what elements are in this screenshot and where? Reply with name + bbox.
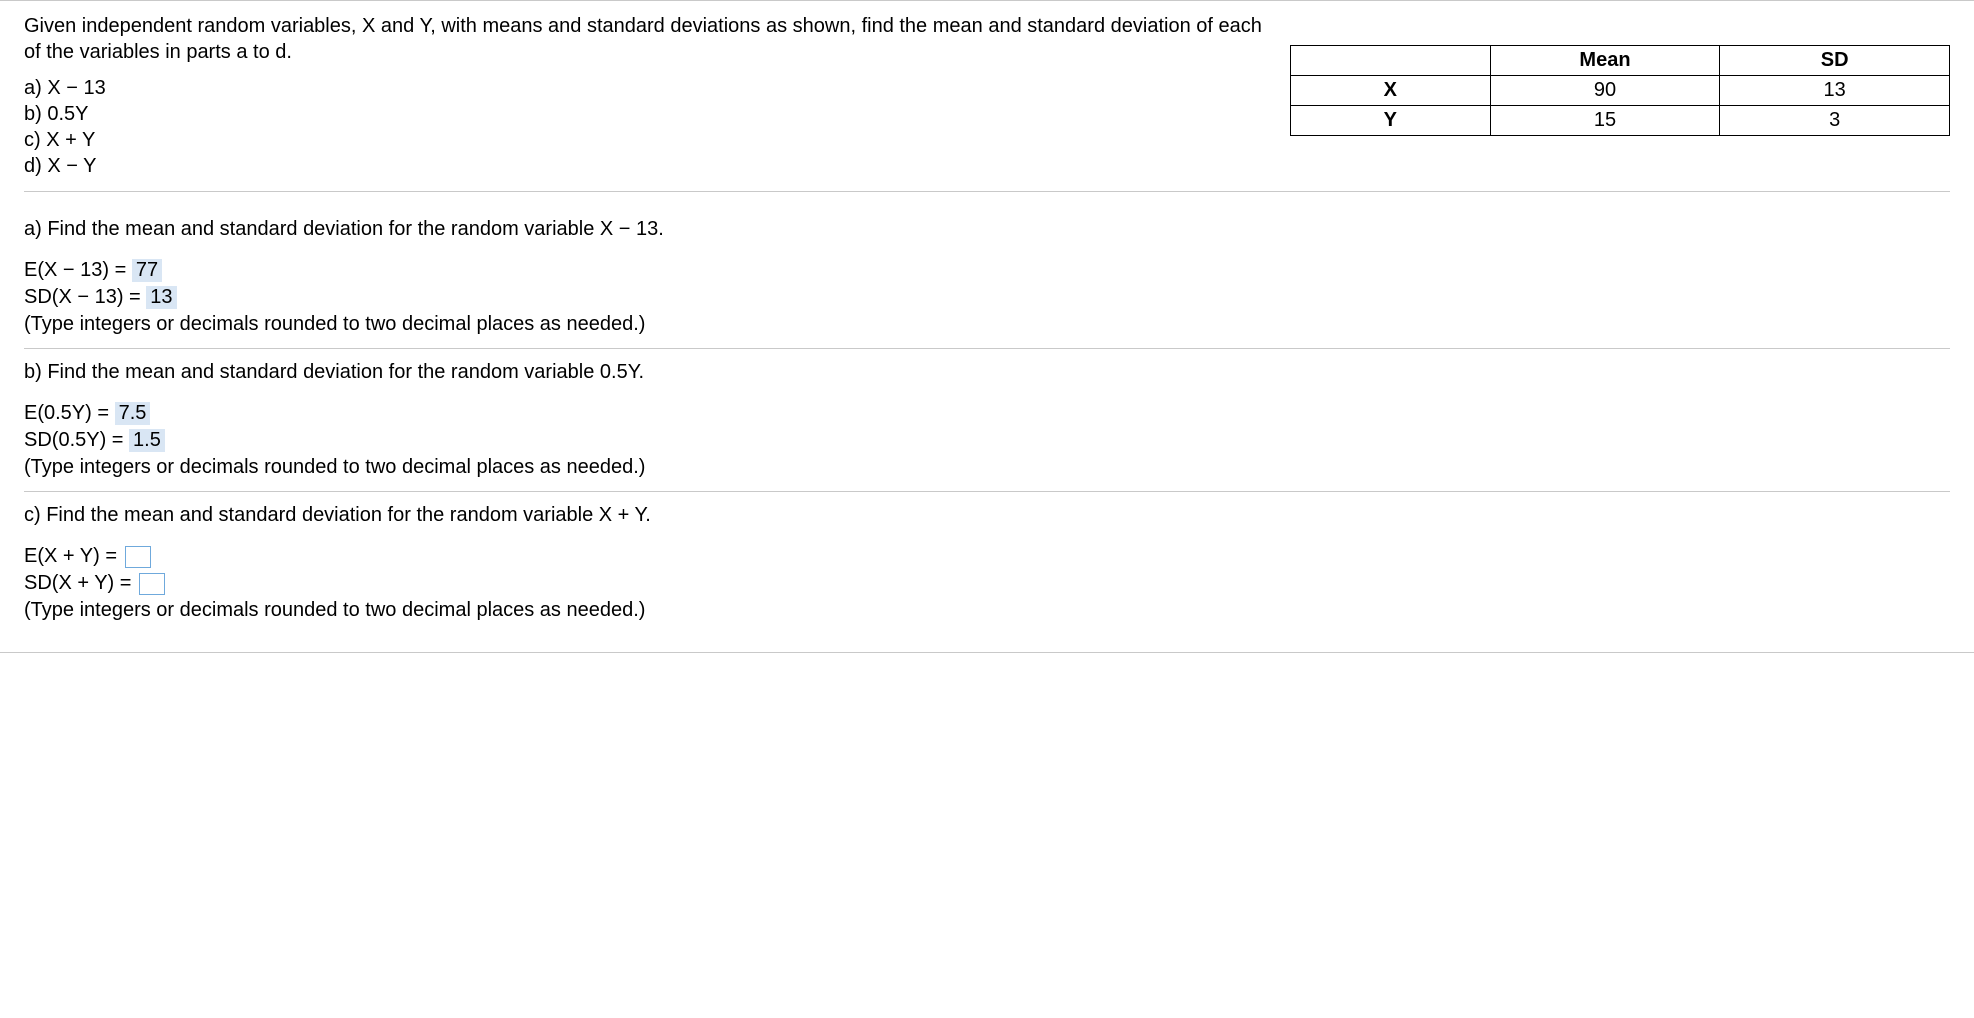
section-b-prompt: b) Find the mean and standard deviation … xyxy=(24,361,1950,384)
table-cell-sd: 3 xyxy=(1720,106,1950,136)
section-a-hint: (Type integers or decimals rounded to tw… xyxy=(24,313,1950,336)
table-cell-mean: 15 xyxy=(1490,106,1720,136)
section-a-e-line: E(X − 13) = 77 xyxy=(24,259,1950,282)
section-b-sd-value[interactable]: 1.5 xyxy=(129,429,165,452)
section-a-sd-value[interactable]: 13 xyxy=(146,286,176,309)
section-a-e-value[interactable]: 77 xyxy=(132,259,162,282)
question-text-column: Given independent random variables, X an… xyxy=(24,13,1270,179)
table-header-sd: SD xyxy=(1720,46,1950,76)
table-cell-mean: 90 xyxy=(1490,76,1720,106)
section-a-sd-line: SD(X − 13) = 13 xyxy=(24,286,1950,309)
section-c-sd-label: SD(X + Y) = xyxy=(24,572,131,594)
table-cell-sd: 13 xyxy=(1720,76,1950,106)
part-a-label: a) X − 13 xyxy=(24,75,1270,101)
section-b-e-value[interactable]: 7.5 xyxy=(115,402,151,425)
parts-list: a) X − 13 b) 0.5Y c) X + Y d) X − Y xyxy=(24,75,1270,179)
section-a-prompt: a) Find the mean and standard deviation … xyxy=(24,218,1950,241)
question-header-block: Given independent random variables, X an… xyxy=(24,13,1950,192)
table-header-blank xyxy=(1291,46,1491,76)
section-a: a) Find the mean and standard deviation … xyxy=(24,206,1950,349)
table-cell-var: Y xyxy=(1291,106,1491,136)
question-page: Given independent random variables, X an… xyxy=(0,0,1974,653)
part-c-label: c) X + Y xyxy=(24,127,1270,153)
data-table: Mean SD X 90 13 Y 15 3 xyxy=(1290,45,1950,136)
section-c-sd-input[interactable] xyxy=(139,573,165,595)
table-header-mean: Mean xyxy=(1490,46,1720,76)
section-b-sd-label: SD(0.5Y) = xyxy=(24,429,123,451)
question-intro: Given independent random variables, X an… xyxy=(24,13,1270,65)
data-table-column: Mean SD X 90 13 Y 15 3 xyxy=(1290,13,1950,179)
section-b-sd-line: SD(0.5Y) = 1.5 xyxy=(24,429,1950,452)
section-c-e-input[interactable] xyxy=(125,546,151,568)
section-c-hint: (Type integers or decimals rounded to tw… xyxy=(24,599,1950,622)
section-c-e-label: E(X + Y) = xyxy=(24,545,117,567)
section-c: c) Find the mean and standard deviation … xyxy=(24,492,1950,634)
part-b-label: b) 0.5Y xyxy=(24,101,1270,127)
section-a-sd-label: SD(X − 13) = xyxy=(24,286,141,308)
section-b-hint: (Type integers or decimals rounded to tw… xyxy=(24,456,1950,479)
table-row: X 90 13 xyxy=(1291,76,1950,106)
table-row: Y 15 3 xyxy=(1291,106,1950,136)
part-d-label: d) X − Y xyxy=(24,153,1270,179)
section-a-e-label: E(X − 13) = xyxy=(24,259,126,281)
section-c-sd-line: SD(X + Y) = xyxy=(24,572,1950,595)
section-b: b) Find the mean and standard deviation … xyxy=(24,349,1950,492)
section-c-prompt: c) Find the mean and standard deviation … xyxy=(24,504,1950,527)
section-b-e-line: E(0.5Y) = 7.5 xyxy=(24,402,1950,425)
section-b-e-label: E(0.5Y) = xyxy=(24,402,109,424)
table-header-row: Mean SD xyxy=(1291,46,1950,76)
table-cell-var: X xyxy=(1291,76,1491,106)
section-c-e-line: E(X + Y) = xyxy=(24,545,1950,568)
